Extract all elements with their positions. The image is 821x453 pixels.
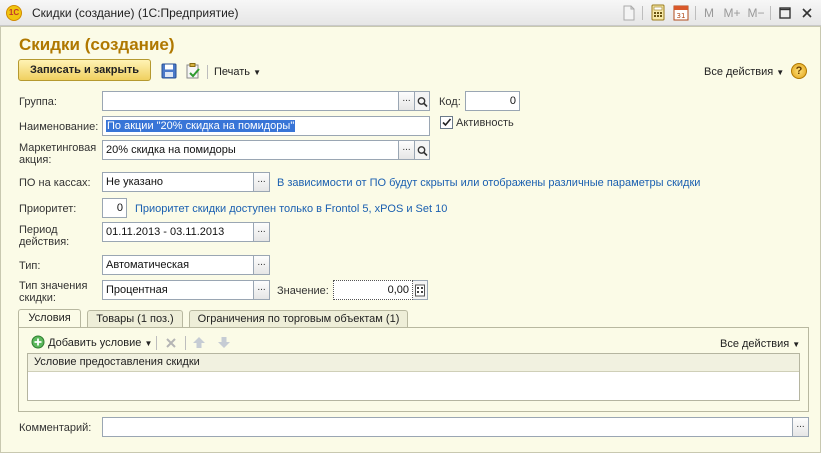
group-field[interactable] xyxy=(102,91,399,111)
document-icon[interactable] xyxy=(622,5,636,21)
pos-select-button[interactable]: ... xyxy=(254,172,270,192)
delete-icon[interactable] xyxy=(164,336,178,350)
chevron-down-icon: ▼ xyxy=(253,68,262,77)
period-select-button[interactable]: ... xyxy=(254,222,270,242)
toolbar-separator xyxy=(207,65,208,79)
tab-store-restrictions[interactable]: Ограничения по торговым объектам (1) xyxy=(189,310,408,328)
chevron-down-icon: ▼ xyxy=(776,68,785,77)
comment-label: Комментарий: xyxy=(19,422,92,434)
tab-products[interactable]: Товары (1 поз.) xyxy=(87,310,183,328)
tab-conditions[interactable]: Условия xyxy=(18,309,81,328)
panel-all-actions-menu[interactable]: Все действия ▼ xyxy=(720,338,800,350)
priority-label: Приоритет: xyxy=(19,203,77,215)
add-icon xyxy=(31,335,45,349)
window-title: Скидки (создание) (1С:Предприятие) xyxy=(32,6,239,20)
app-logo-icon: 1С xyxy=(6,5,22,21)
checkmark-icon xyxy=(442,118,452,127)
toolbar-separator xyxy=(185,336,186,350)
promo-label: Маркетинговая акция: xyxy=(19,142,97,166)
code-label: Код: xyxy=(439,96,461,108)
active-checkbox[interactable] xyxy=(440,116,453,129)
value-field[interactable]: 0,00 xyxy=(333,280,413,300)
close-icon[interactable] xyxy=(800,6,814,20)
search-icon[interactable] xyxy=(415,91,430,111)
comment-field[interactable] xyxy=(102,417,793,437)
name-label: Наименование: xyxy=(19,121,99,133)
chevron-down-icon: ▼ xyxy=(144,339,153,348)
priority-hint: Приоритет скидки доступен только в Front… xyxy=(135,203,448,215)
help-icon[interactable]: ? xyxy=(791,63,807,79)
value-label: Значение: xyxy=(277,285,329,297)
calculator-icon[interactable] xyxy=(413,280,428,300)
arrow-up-icon[interactable] xyxy=(192,335,206,350)
name-field[interactable]: По акции "20% скидка на помидоры" xyxy=(102,116,430,136)
type-select-button[interactable]: ... xyxy=(254,255,270,275)
value-type-field[interactable]: Процентная xyxy=(102,280,254,300)
pos-hint: В зависимости от ПО будут скрыты или ото… xyxy=(277,177,701,189)
post-document-icon[interactable] xyxy=(184,62,202,80)
toolbar-separator xyxy=(770,6,771,20)
panel-all-actions-label: Все действия xyxy=(720,338,790,350)
memory-button-m[interactable]: M xyxy=(702,5,716,21)
toolbar-separator xyxy=(695,6,696,20)
calculator-icon[interactable] xyxy=(650,4,666,21)
type-field[interactable]: Автоматическая xyxy=(102,255,254,275)
value-type-select-button[interactable]: ... xyxy=(254,280,270,300)
svg-text:31: 31 xyxy=(677,12,686,20)
group-label: Группа: xyxy=(19,96,57,108)
search-icon[interactable] xyxy=(415,140,430,160)
type-label: Тип: xyxy=(19,260,41,272)
conditions-table[interactable]: Условие предоставления скидки xyxy=(27,353,800,401)
toolbar-separator xyxy=(642,6,643,20)
promo-select-button[interactable]: ... xyxy=(399,140,415,160)
maximize-icon[interactable] xyxy=(778,6,792,20)
conditions-panel: Добавить условие ▼ Все действия ▼ Услови… xyxy=(18,327,809,412)
add-condition-label: Добавить условие xyxy=(48,337,142,349)
active-label: Активность xyxy=(456,117,514,129)
discount-form: Скидки (создание) Записать и закрыть Печ… xyxy=(0,26,821,453)
memory-button-m-minus[interactable]: M− xyxy=(746,5,766,21)
save-icon[interactable] xyxy=(160,62,178,80)
code-field[interactable]: 0 xyxy=(465,91,520,111)
period-field[interactable]: 01.11.2013 - 03.11.2013 xyxy=(102,222,254,242)
value-type-label: Тип значения скидки: xyxy=(19,280,88,304)
promo-field[interactable]: 20% скидка на помидоры xyxy=(102,140,399,160)
arrow-down-icon[interactable] xyxy=(217,335,231,350)
group-select-button[interactable]: ... xyxy=(399,91,415,111)
pos-label: ПО на кассах: xyxy=(19,177,91,189)
name-field-text: По акции "20% скидка на помидоры" xyxy=(106,120,296,132)
memory-button-m-plus[interactable]: M+ xyxy=(722,5,742,21)
print-menu[interactable]: Печать ▼ xyxy=(214,66,261,78)
comment-select-button[interactable]: ... xyxy=(793,417,809,437)
all-actions-menu[interactable]: Все действия ▼ xyxy=(704,66,784,78)
period-label: Период действия: xyxy=(19,224,70,248)
save-and-close-button[interactable]: Записать и закрыть xyxy=(18,59,151,81)
print-menu-label: Печать xyxy=(214,66,251,78)
all-actions-label: Все действия xyxy=(704,66,774,78)
pos-field[interactable]: Не указано xyxy=(102,172,254,192)
form-title: Скидки (создание) xyxy=(19,35,175,54)
add-condition-button[interactable]: Добавить условие ▼ xyxy=(31,335,152,349)
priority-field[interactable]: 0 xyxy=(102,198,127,218)
window-title-bar: 1С Скидки (создание) (1С:Предприятие) 31… xyxy=(0,0,821,26)
chevron-down-icon: ▼ xyxy=(792,340,801,349)
column-header-condition[interactable]: Условие предоставления скидки xyxy=(28,354,799,372)
calendar-icon[interactable]: 31 xyxy=(673,4,689,21)
toolbar-separator xyxy=(156,336,157,350)
